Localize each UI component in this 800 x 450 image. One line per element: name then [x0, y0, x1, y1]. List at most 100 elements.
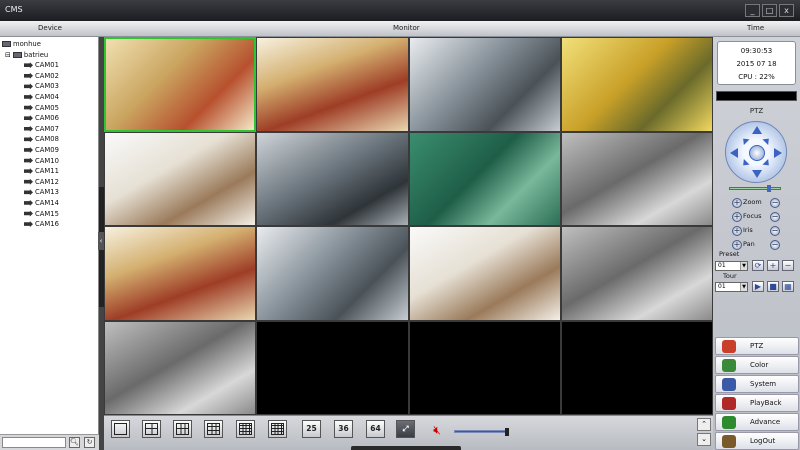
fullscreen-button[interactable]: ⤢: [396, 420, 415, 438]
arrow-down-right-icon[interactable]: [762, 158, 775, 172]
video-cell[interactable]: [104, 226, 257, 321]
logout-icon: [722, 435, 736, 448]
video-cell[interactable]: [408, 226, 561, 321]
arrow-down-left-icon[interactable]: [737, 158, 750, 172]
camera-item[interactable]: CAM09: [2, 145, 96, 156]
speed-knob[interactable]: [767, 185, 771, 192]
speaker-muted-icon: 🔇︎: [433, 423, 441, 437]
video-cell[interactable]: [256, 131, 409, 226]
tour-play-button[interactable]: ▶: [752, 281, 764, 292]
camera-item[interactable]: CAM11: [2, 166, 96, 177]
ptz-speed-slider[interactable]: [729, 185, 781, 192]
preset-add-button[interactable]: +: [767, 260, 779, 271]
video-cell[interactable]: [256, 320, 409, 415]
arrow-left-icon[interactable]: [730, 148, 738, 158]
tree-group[interactable]: ⊟ batrieu: [2, 50, 96, 61]
refresh-button[interactable]: ↻: [84, 437, 95, 448]
plus-icon: +: [733, 198, 741, 207]
panel-handle[interactable]: [351, 446, 461, 450]
layout-1-button[interactable]: [111, 420, 130, 438]
camera-item[interactable]: CAM04: [2, 92, 96, 103]
video-cell[interactable]: [560, 131, 713, 226]
video-cell[interactable]: [408, 37, 561, 132]
arrow-up-right-icon[interactable]: [762, 132, 775, 146]
camera-icon: [24, 199, 33, 206]
zoom-minus-button[interactable]: −: [770, 198, 780, 208]
arrow-right-icon[interactable]: [774, 148, 782, 158]
camera-item[interactable]: CAM06: [2, 113, 96, 124]
ptz-menu-button[interactable]: PTZ: [715, 337, 799, 355]
camera-item[interactable]: CAM02: [2, 71, 96, 82]
tour-stop-button[interactable]: ■: [767, 281, 779, 292]
pan-plus-button[interactable]: +: [732, 240, 742, 250]
camera-item[interactable]: CAM05: [2, 103, 96, 114]
camera-item[interactable]: CAM07: [2, 124, 96, 135]
camera-item[interactable]: CAM16: [2, 219, 96, 230]
refresh-icon: ↻: [86, 438, 93, 446]
search-input[interactable]: [2, 437, 66, 448]
layout-36-button[interactable]: 36: [334, 420, 353, 438]
iris-plus-button[interactable]: +: [732, 226, 742, 236]
page-down-button[interactable]: ⌄: [697, 433, 711, 446]
zoom-plus-button[interactable]: +: [732, 198, 742, 208]
volume-slider[interactable]: [454, 428, 510, 436]
video-cell[interactable]: [104, 320, 257, 415]
volume-knob[interactable]: [505, 428, 510, 436]
video-cell[interactable]: [256, 37, 409, 132]
playback-menu-button[interactable]: PlayBack: [715, 394, 799, 412]
video-cell[interactable]: [104, 37, 257, 132]
preset-remove-button[interactable]: −: [782, 260, 794, 271]
page-up-button[interactable]: ⌃: [697, 418, 711, 431]
mute-button[interactable]: 🔇︎: [427, 421, 447, 439]
video-cell[interactable]: [408, 131, 561, 226]
ptz-center-button[interactable]: [749, 145, 765, 161]
tour-grid-button[interactable]: ▦: [782, 281, 794, 292]
search-button[interactable]: 🔍︎: [69, 437, 80, 448]
system-menu-button[interactable]: System: [715, 375, 799, 393]
camera-item[interactable]: CAM03: [2, 81, 96, 92]
layout-6-button[interactable]: [173, 420, 192, 438]
iris-minus-button[interactable]: −: [770, 226, 780, 236]
control-panel: 09:30:53 2015 07 18 CPU : 22% PTZ + Zoom −…: [713, 37, 800, 450]
close-button[interactable]: x: [779, 4, 794, 17]
preset-call-button[interactable]: ⟳: [752, 260, 764, 271]
preset-select[interactable]: 01 ▼: [715, 261, 748, 271]
video-cell[interactable]: [104, 131, 257, 226]
layout-64-button[interactable]: 64: [366, 420, 385, 438]
layout-4-button[interactable]: [142, 420, 161, 438]
camera-item[interactable]: CAM08: [2, 134, 96, 145]
arrow-up-icon[interactable]: [752, 126, 762, 134]
grid-layout-icon: [114, 423, 127, 435]
camera-label: CAM01: [35, 61, 59, 70]
collapse-icon[interactable]: ⊟: [5, 51, 11, 59]
advance-icon: [722, 416, 736, 429]
video-cell[interactable]: [560, 320, 713, 415]
arrow-up-left-icon[interactable]: [737, 132, 750, 146]
layout-13-button[interactable]: [236, 420, 255, 438]
arrow-down-icon[interactable]: [752, 170, 762, 178]
video-cell[interactable]: [408, 320, 561, 415]
minimize-button[interactable]: _: [745, 4, 760, 17]
focus-minus-button[interactable]: −: [770, 212, 780, 222]
camera-item[interactable]: CAM14: [2, 198, 96, 209]
layout-25-button[interactable]: 25: [302, 420, 321, 438]
tour-select[interactable]: 01 ▼: [715, 282, 748, 292]
video-cell[interactable]: [560, 37, 713, 132]
camera-item[interactable]: CAM15: [2, 209, 96, 220]
camera-item[interactable]: CAM13: [2, 187, 96, 198]
color-menu-button[interactable]: Color: [715, 356, 799, 374]
camera-item[interactable]: CAM10: [2, 156, 96, 167]
logout-menu-button[interactable]: LogOut: [715, 432, 799, 450]
maximize-button[interactable]: □: [762, 4, 777, 17]
menu-label: PTZ: [750, 342, 764, 350]
advance-menu-button[interactable]: Advance: [715, 413, 799, 431]
tree-root[interactable]: monhue: [2, 39, 96, 50]
layout-16-button[interactable]: [268, 420, 287, 438]
video-cell[interactable]: [560, 226, 713, 321]
focus-plus-button[interactable]: +: [732, 212, 742, 222]
layout-9-button[interactable]: [204, 420, 223, 438]
pan-minus-button[interactable]: −: [770, 240, 780, 250]
camera-item[interactable]: CAM01: [2, 60, 96, 71]
camera-item[interactable]: CAM12: [2, 177, 96, 188]
video-cell[interactable]: [256, 226, 409, 321]
